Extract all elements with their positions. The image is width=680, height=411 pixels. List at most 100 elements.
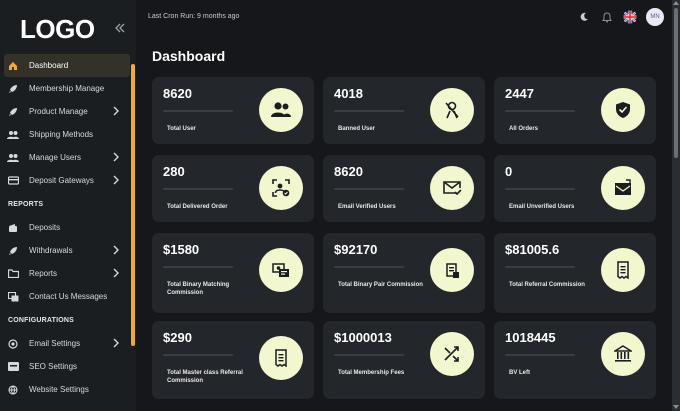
sidebar-item-seo-settings[interactable]: SEO Settings bbox=[0, 355, 136, 378]
logo[interactable]: LOGO bbox=[20, 14, 95, 45]
stat-value: 8620 bbox=[163, 86, 192, 101]
stat-label: Total Referral Commission bbox=[509, 282, 585, 288]
divider bbox=[334, 188, 404, 190]
top-bar: Last Cron Run: 9 months ago MN bbox=[136, 0, 672, 36]
receipt-icon bbox=[259, 336, 303, 380]
scrollbar-thumb[interactable] bbox=[674, 8, 678, 158]
money-icon bbox=[259, 248, 303, 292]
message-icon bbox=[7, 291, 19, 303]
stat-value: $81005.6 bbox=[505, 242, 560, 257]
sidebar-item-deposits[interactable]: Deposits bbox=[0, 216, 136, 239]
sidebar-item-reports[interactable]: Reports bbox=[0, 262, 136, 285]
sidebar-item-product-manage[interactable]: Product Manage bbox=[0, 100, 136, 123]
stat-label: Email Verified Users bbox=[338, 204, 396, 210]
sidebar-item-label: Dashboard bbox=[29, 61, 69, 70]
stat-label: All Orders bbox=[509, 126, 539, 132]
chevron-right-icon bbox=[112, 152, 120, 162]
sidebar-item-withdrawals[interactable]: Withdrawals bbox=[0, 239, 136, 262]
stat-card-membership-fees[interactable]: $1000013 Total Membership Fees bbox=[323, 321, 485, 399]
user-banned-icon bbox=[430, 88, 474, 132]
stat-value: $92170 bbox=[334, 242, 378, 257]
divider bbox=[163, 266, 233, 268]
stat-value: $290 bbox=[163, 330, 192, 345]
users-icon bbox=[7, 152, 19, 164]
stat-label: Total User bbox=[167, 126, 196, 132]
stat-value: 280 bbox=[163, 164, 185, 179]
moon-icon[interactable] bbox=[577, 10, 591, 24]
sidebar-item-label: Manage Users bbox=[29, 153, 82, 162]
chevron-right-icon bbox=[112, 106, 120, 116]
stat-card-referral-commission[interactable]: $81005.6 Total Referral Commission bbox=[494, 233, 656, 313]
sidebar-item-membership-manage[interactable]: Membership Manage bbox=[0, 77, 136, 100]
rocket-icon bbox=[7, 83, 19, 95]
reports-heading: REPORTS bbox=[8, 200, 44, 208]
sidebar-item-label: Deposits bbox=[29, 223, 61, 232]
stat-value: $1580 bbox=[163, 242, 200, 257]
chevron-right-icon bbox=[112, 175, 120, 185]
shield-check-icon bbox=[601, 88, 645, 132]
stat-value: 1018445 bbox=[505, 330, 556, 345]
stat-card-binary-matching-commission[interactable]: $1580 Total Binary Matching Commission bbox=[152, 233, 314, 313]
collapse-sidebar-icon[interactable] bbox=[112, 20, 128, 36]
wallet-icon bbox=[7, 222, 19, 234]
users-icon bbox=[7, 129, 19, 141]
sidebar-item-deposit-gateways[interactable]: Deposit Gateways bbox=[0, 169, 136, 192]
stat-label: Total Master class Referral Commission bbox=[167, 370, 243, 384]
sidebar-item-manage-users[interactable]: Manage Users bbox=[0, 146, 136, 169]
sidebar-nav: Dashboard Membership Manage Product Mana… bbox=[0, 54, 136, 401]
configurations-heading: CONFIGURATIONS bbox=[8, 316, 75, 324]
sidebar-item-label: Reports bbox=[29, 269, 58, 278]
stat-card-email-unverified-users[interactable]: 0 Email Unverified Users bbox=[494, 155, 656, 222]
card-icon bbox=[7, 175, 19, 187]
page-scrollbar[interactable] bbox=[672, 0, 680, 411]
divider bbox=[505, 188, 575, 190]
sidebar-item-label: Website Settings bbox=[29, 385, 89, 394]
divider bbox=[163, 110, 233, 112]
sidebar-item-label: Product Manage bbox=[29, 107, 88, 116]
receipt-icon bbox=[430, 248, 474, 292]
shuffle-icon bbox=[430, 332, 474, 376]
stat-card-binary-pair-commission[interactable]: $92170 Total Binary Pair Commission bbox=[323, 233, 485, 313]
divider bbox=[334, 354, 404, 356]
uk-flag-icon[interactable] bbox=[623, 10, 637, 24]
scroll-up-icon[interactable] bbox=[673, 1, 679, 5]
sidebar-item-email-settings[interactable]: Email Settings bbox=[0, 332, 136, 355]
seo-icon bbox=[7, 361, 19, 373]
stat-value: 2447 bbox=[505, 86, 534, 101]
chevron-right-icon bbox=[112, 245, 120, 255]
mail-check-icon bbox=[430, 166, 474, 210]
divider bbox=[334, 266, 404, 268]
stat-card-total-delivered-order[interactable]: 280 Total Delivered Order bbox=[152, 155, 314, 222]
delivered-icon bbox=[259, 166, 303, 210]
sidebar-item-contact-messages[interactable]: Contact Us Messages bbox=[0, 285, 136, 308]
stat-card-email-verified-users[interactable]: 8620 Email Verified Users bbox=[323, 155, 485, 222]
sidebar-item-shipping-methods[interactable]: Shipping Methods bbox=[0, 123, 136, 146]
stat-card-bv-left[interactable]: 1018445 BV Left bbox=[494, 321, 656, 399]
scroll-down-icon[interactable] bbox=[673, 405, 679, 409]
sidebar-item-label: SEO Settings bbox=[29, 362, 78, 371]
sidebar-item-label: Shipping Methods bbox=[29, 130, 94, 139]
mail-open-icon bbox=[601, 166, 645, 210]
bell-icon[interactable] bbox=[600, 10, 614, 24]
stat-card-total-user[interactable]: 8620 Total User bbox=[152, 77, 314, 144]
stat-label: Total Binary Matching Commission bbox=[167, 282, 230, 296]
rocket-icon bbox=[7, 245, 19, 257]
stat-value: 4018 bbox=[334, 86, 363, 101]
divider bbox=[505, 110, 575, 112]
bank-icon bbox=[601, 332, 645, 376]
sidebar-item-label: Withdrawals bbox=[29, 246, 73, 255]
folder-icon bbox=[7, 268, 19, 280]
stat-card-master-class-referral-commission[interactable]: $290 Total Master class Referral Commiss… bbox=[152, 321, 314, 399]
stat-card-all-orders[interactable]: 2447 All Orders bbox=[494, 77, 656, 144]
sidebar-item-website-settings[interactable]: Website Settings bbox=[0, 378, 136, 401]
sidebar-item-label: Contact Us Messages bbox=[29, 292, 108, 301]
avatar[interactable]: MN bbox=[646, 8, 664, 26]
rocket-icon bbox=[7, 106, 19, 118]
stat-card-banned-user[interactable]: 4018 Banned User bbox=[323, 77, 485, 144]
sidebar: LOGO Dashboard Membership Manage Product… bbox=[0, 0, 136, 411]
at-icon bbox=[7, 338, 19, 350]
sidebar-item-label: Deposit Gateways bbox=[29, 176, 94, 185]
sidebar-scrollbar[interactable] bbox=[131, 64, 135, 346]
sidebar-item-dashboard[interactable]: Dashboard bbox=[4, 54, 130, 77]
receipt-icon bbox=[601, 248, 645, 292]
